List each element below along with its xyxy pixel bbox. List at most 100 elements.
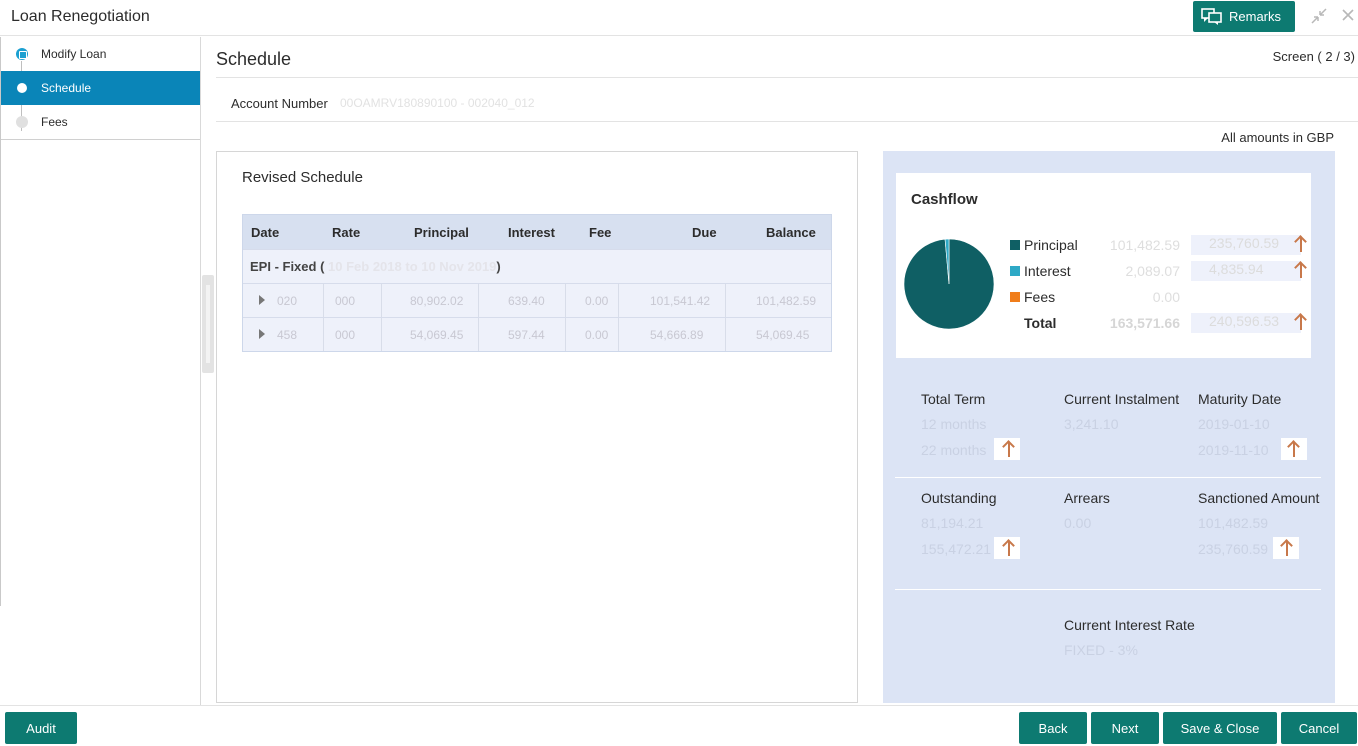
expand-caret-icon[interactable] — [259, 295, 265, 305]
interest-current: 2,089.07 — [1125, 263, 1181, 279]
account-number-value: 00OAMRV180890100 - 002040_012 — [340, 96, 535, 110]
main-content: Schedule Screen ( 2 / 3) Account Number … — [214, 37, 1358, 705]
legend-interest: Interest — [1010, 263, 1071, 279]
remarks-label: Remarks — [1229, 9, 1282, 24]
maturity-date-label: Maturity Date — [1198, 391, 1282, 407]
divider — [216, 77, 1358, 78]
step-done-icon — [16, 48, 28, 60]
cell-balance: 101,482.59 — [756, 294, 817, 308]
total-revised: 240,596.53 — [1191, 313, 1301, 333]
legend-label: Interest — [1024, 263, 1071, 279]
cell-rate: 000 — [335, 294, 356, 308]
summary-panel: Cashflow Principal 101,482.59 235,760.59… — [883, 151, 1335, 703]
legend-total-label: Total — [1024, 315, 1057, 331]
increase-arrow-icon — [1287, 440, 1301, 458]
title-bar: Loan Renegotiation Remarks — [0, 0, 1358, 36]
interest-rate-label: Current Interest Rate — [1064, 617, 1195, 633]
arrears-label: Arrears — [1064, 490, 1110, 506]
panel-splitter-handle[interactable] — [202, 275, 214, 373]
increase-arrow-icon — [1280, 539, 1294, 557]
group-prefix: EPI - Fixed ( — [250, 259, 325, 274]
increase-arrow-icon — [1002, 440, 1016, 458]
expand-caret-icon[interactable] — [259, 329, 265, 339]
principal-swatch — [1010, 240, 1020, 250]
outstanding-current: 81,194.21 — [921, 515, 984, 531]
principal-current: 101,482.59 — [1109, 237, 1180, 253]
outstanding-revised: 155,472.21 — [921, 541, 992, 557]
sidebar-item-label: Schedule — [41, 81, 92, 95]
sidebar-item-fees[interactable]: Fees — [1, 105, 200, 139]
revised-schedule-panel: Revised Schedule Date Rate Principal Int… — [216, 151, 858, 703]
principal-revised: 235,760.59 — [1191, 235, 1301, 255]
col-principal[interactable]: Principal — [414, 225, 469, 240]
sanctioned-amount-revised: 235,760.59 — [1198, 541, 1269, 557]
interest-revised: 4,835.94 — [1191, 261, 1301, 281]
increase-arrow-icon — [1294, 235, 1308, 253]
total-current: 163,571.66 — [1109, 315, 1180, 331]
sidebar-item-modify-loan[interactable]: Modify Loan — [1, 37, 200, 71]
cancel-button[interactable]: Cancel — [1281, 712, 1357, 744]
col-due[interactable]: Due — [692, 225, 717, 240]
col-fee[interactable]: Fee — [589, 225, 611, 240]
currency-note: All amounts in GBP — [1221, 130, 1334, 145]
group-range: 10 Feb 2018 to 10 Nov 2019 — [328, 259, 497, 274]
cell-fee: 0.00 — [585, 294, 609, 308]
cell-interest: 597.44 — [508, 328, 545, 342]
maturity-date-revised: 2019-11-10 — [1198, 442, 1269, 458]
cell-principal: 80,902.02 — [410, 294, 464, 308]
cell-balance: 54,069.45 — [756, 328, 810, 342]
schedule-grid: Date Rate Principal Interest Fee Due Bal… — [242, 214, 832, 352]
cell-date: 458 — [277, 328, 298, 342]
group-suffix: ) — [496, 259, 501, 274]
divider — [895, 477, 1321, 478]
interest-rate-value: FIXED - 3% — [1064, 642, 1138, 658]
cell-rate: 000 — [335, 328, 356, 342]
cell-interest: 639.40 — [508, 294, 545, 308]
divider — [895, 589, 1321, 590]
increase-arrow-icon — [1294, 261, 1308, 279]
audit-button[interactable]: Audit — [5, 712, 77, 744]
sanctioned-amount-current: 101,482.59 — [1198, 515, 1269, 531]
minimize-icon[interactable] — [1311, 8, 1327, 27]
sidebar-item-label: Fees — [41, 115, 68, 129]
back-button[interactable]: Back — [1019, 712, 1087, 744]
total-term-label: Total Term — [921, 391, 986, 407]
col-date[interactable]: Date — [251, 225, 279, 240]
col-rate[interactable]: Rate — [332, 225, 360, 240]
increase-arrow-icon — [1002, 539, 1016, 557]
close-icon[interactable] — [1342, 8, 1354, 24]
screen-counter: Screen ( 2 / 3) — [1272, 49, 1355, 64]
sidebar-item-schedule[interactable]: Schedule — [1, 71, 200, 105]
outstanding-label: Outstanding — [921, 490, 997, 506]
legend-principal: Principal — [1010, 237, 1078, 253]
table-row[interactable]: 458 000 54,069.45 597.44 0.00 54,666.89 … — [243, 317, 831, 351]
col-interest[interactable]: Interest — [508, 225, 555, 240]
cell-date: 020 — [277, 294, 298, 308]
remarks-button[interactable]: Remarks — [1193, 1, 1295, 32]
arrears-value: 0.00 — [1064, 515, 1092, 531]
sidebar-item-label: Modify Loan — [41, 47, 107, 61]
cell-due: 101,541.42 — [650, 294, 711, 308]
save-close-button[interactable]: Save & Close — [1163, 712, 1277, 744]
next-button[interactable]: Next — [1091, 712, 1159, 744]
grid-group-row[interactable]: EPI - Fixed ( 10 Feb 2018 to 10 Nov 2019… — [243, 249, 831, 283]
chat-icon — [1201, 7, 1222, 25]
sidebar-nav: Modify Loan Schedule Fees — [0, 37, 200, 606]
legend-fees: Fees — [1010, 289, 1055, 305]
table-row[interactable]: 020 000 80,902.02 639.40 0.00 101,541.42… — [243, 283, 831, 317]
total-term-revised: 22 months — [921, 442, 987, 458]
legend-label: Principal — [1024, 237, 1078, 253]
cashflow-title: Cashflow — [911, 191, 978, 208]
cell-principal: 54,069.45 — [410, 328, 464, 342]
sanctioned-amount-label: Sanctioned Amount — [1198, 490, 1320, 506]
increase-arrow-icon — [1294, 313, 1308, 331]
fees-swatch — [1010, 292, 1020, 302]
fees-current: 0.00 — [1152, 289, 1180, 305]
divider — [216, 121, 1358, 122]
step-current-icon — [17, 83, 27, 93]
legend-label: Fees — [1024, 289, 1056, 305]
total-term-current: 12 months — [921, 416, 987, 432]
col-balance[interactable]: Balance — [766, 225, 816, 240]
revised-schedule-title: Revised Schedule — [242, 169, 363, 186]
grid-header: Date Rate Principal Interest Fee Due Bal… — [243, 215, 831, 249]
